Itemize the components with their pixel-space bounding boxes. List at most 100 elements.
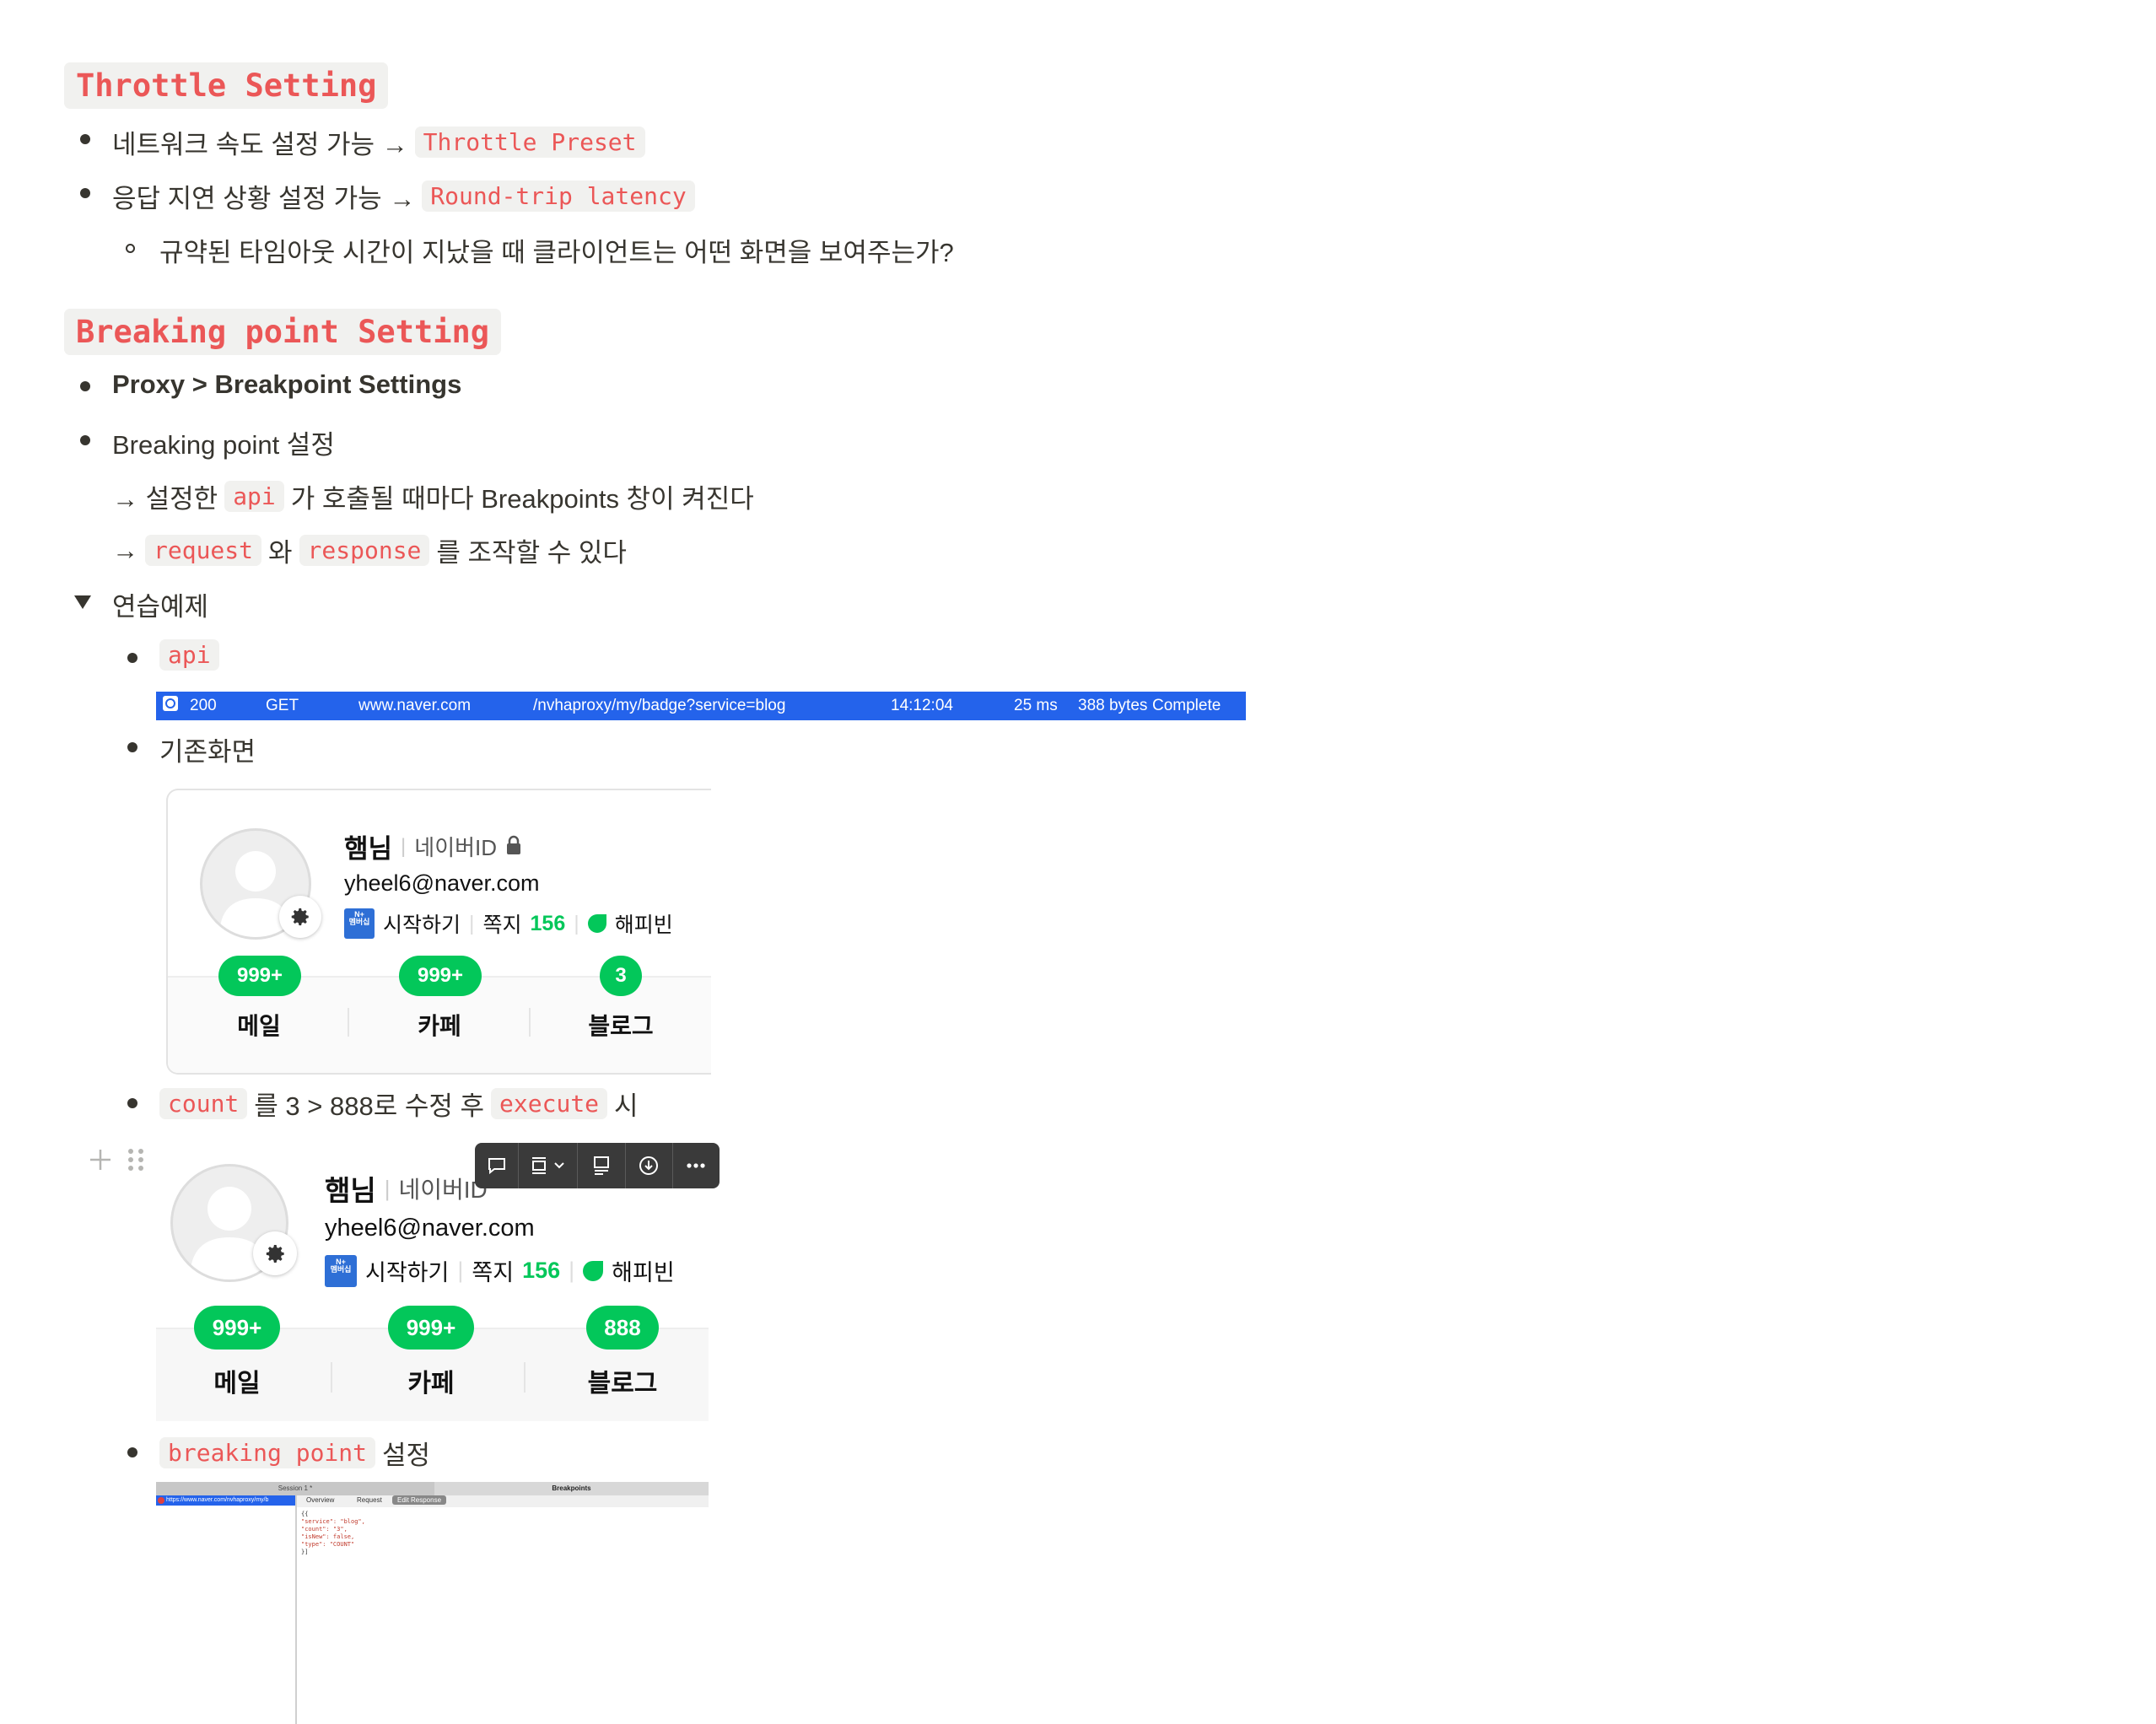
response-json[interactable]: {{ "service": "blog", "count": "3", "isN… xyxy=(301,1511,365,1556)
line-text: 가 호출될 때마다 Breakpoints 창이 켜진다 xyxy=(290,484,754,514)
request-state: Complete xyxy=(1152,697,1221,714)
mail-link[interactable]: 메일 xyxy=(178,1362,296,1399)
request-duration: 25 ms xyxy=(1014,697,1058,714)
happybean-icon xyxy=(583,1260,604,1281)
separator xyxy=(529,1008,531,1037)
start-link[interactable]: 시작하기 xyxy=(365,1254,449,1287)
breaking-heading: Breaking point Setting xyxy=(64,309,502,355)
throttle-item-latency: 응답 지연 상황 설정 가능 → Round-trip latency xyxy=(112,177,695,215)
session-title: Session 1 * xyxy=(156,1482,434,1495)
throttle-item-network: 네트워크 속도 설정 가능 → Throttle Preset xyxy=(112,123,645,161)
breaking-line-api: → 설정한 api 가 호출될 때마다 Breakpoints 창이 켜진다 xyxy=(112,477,754,515)
comment-icon[interactable] xyxy=(475,1143,520,1188)
separator xyxy=(524,1362,526,1393)
profile-name: 햄님 xyxy=(325,1175,376,1206)
naver-id-label: 네이버ID xyxy=(398,1177,488,1203)
cafe-badge: 999+ xyxy=(399,956,482,996)
mail-badge: 999+ xyxy=(218,956,301,996)
happybean-link[interactable]: 해피빈 xyxy=(615,908,673,939)
sub-bullet xyxy=(126,244,135,253)
practice-api: api xyxy=(159,639,219,671)
note-label[interactable]: 쪽지 xyxy=(472,1254,514,1287)
json-line: "type": "COUNT" xyxy=(301,1541,355,1548)
json-line: "isNew": false, xyxy=(301,1533,355,1540)
naver-plus-membership-icon: N+ 멤버십 xyxy=(325,1254,357,1287)
note-count: 156 xyxy=(522,1258,561,1283)
item-text: 응답 지연 상황 설정 가능 → xyxy=(112,184,416,213)
item-text: 를 3 > 888로 수정 후 xyxy=(254,1091,485,1121)
profile-name-row: 햄님 | 네이버ID xyxy=(325,1168,488,1209)
json-line: "service": "blog", xyxy=(301,1518,365,1525)
json-line: {{ xyxy=(301,1511,309,1517)
bullet xyxy=(80,134,90,144)
line-text: → 설정한 xyxy=(112,484,218,514)
json-line: "count": "3", xyxy=(301,1526,348,1533)
pane-divider xyxy=(295,1495,297,1724)
bullet xyxy=(127,742,137,752)
request-path: /nvhaproxy/my/badge?service=blog xyxy=(533,697,786,714)
bullet xyxy=(127,1098,137,1108)
line-text: → xyxy=(112,535,138,565)
align-dropdown-icon[interactable] xyxy=(519,1143,579,1188)
divider: | xyxy=(574,911,579,935)
image-toolbar xyxy=(475,1143,720,1188)
sub-item-text: 규약된 타임아웃 시간이 지났을 때 클라이언트는 어떤 화면을 보여주는가? xyxy=(159,238,954,267)
more-icon[interactable] xyxy=(673,1143,720,1188)
note-label[interactable]: 쪽지 xyxy=(483,908,522,939)
divider: | xyxy=(469,911,475,935)
divider: | xyxy=(384,1175,391,1201)
throttle-preset-code: Throttle Preset xyxy=(414,127,645,158)
request-method: GET xyxy=(266,697,299,714)
breaking-point-code: breaking point xyxy=(159,1437,376,1468)
breaking-item-proxy: Proxy > Breakpoint Settings xyxy=(112,369,461,400)
blog-link[interactable]: 블로그 xyxy=(563,1008,678,1042)
breakpoint-url-row[interactable]: https://www.naver.com/nvhaproxy/my/b xyxy=(156,1495,295,1506)
breakpoint-icon xyxy=(158,1497,164,1504)
breakpoints-title: Breakpoints xyxy=(552,1484,591,1492)
divider: | xyxy=(401,834,407,858)
tab-overview[interactable]: Overview xyxy=(306,1496,334,1504)
tab-edit-response[interactable]: Edit Response xyxy=(392,1495,447,1505)
breaking-line-request: → request 와 response 를 조작할 수 있다 xyxy=(112,531,627,569)
line-text: 를 조작할 수 있다 xyxy=(436,538,627,568)
practice-toggle[interactable]: 연습예제 xyxy=(112,585,208,623)
request-code: request xyxy=(145,535,262,566)
settings-gear-icon[interactable] xyxy=(279,896,321,938)
profile-name: 햄님 xyxy=(344,834,393,864)
cafe-link[interactable]: 카페 xyxy=(382,1008,497,1042)
bullet xyxy=(127,1447,137,1457)
note-count: 156 xyxy=(530,911,566,935)
toggle-arrow-icon[interactable] xyxy=(74,595,91,609)
execute-code: execute xyxy=(491,1088,608,1119)
tab-request[interactable]: Request xyxy=(357,1496,382,1504)
request-status-icon xyxy=(163,696,178,711)
start-link[interactable]: 시작하기 xyxy=(383,908,461,939)
download-icon[interactable] xyxy=(626,1143,673,1188)
toggle-label: 연습예제 xyxy=(112,592,209,622)
practice-modify: count 를 3 > 888로 수정 후 execute 시 xyxy=(159,1085,639,1123)
blog-badge: 3 xyxy=(600,956,642,996)
blog-link[interactable]: 블로그 xyxy=(563,1362,682,1399)
profile-name-row: 햄님 | 네이버ID xyxy=(344,827,522,865)
mail-link[interactable]: 메일 xyxy=(202,1008,316,1042)
caption-icon[interactable] xyxy=(578,1143,626,1188)
line-text: 와 xyxy=(268,538,293,568)
api-code: api xyxy=(159,639,219,671)
practice-before-label: 기존화면 xyxy=(159,730,256,768)
drag-handle-icon[interactable] xyxy=(127,1147,145,1179)
item-text: 네트워크 속도 설정 가능 → xyxy=(112,130,408,159)
settings-gear-icon[interactable] xyxy=(253,1231,297,1275)
throttle-heading: Throttle Setting xyxy=(64,62,389,109)
cafe-link[interactable]: 카페 xyxy=(372,1362,490,1399)
item-text: Proxy > Breakpoint Settings xyxy=(112,369,462,399)
divider: | xyxy=(457,1258,464,1283)
cafe-badge: 999+ xyxy=(388,1306,474,1350)
happybean-icon xyxy=(587,914,606,933)
divider: | xyxy=(569,1258,575,1283)
naver-id-label: 네이버ID xyxy=(414,835,498,860)
happybean-link[interactable]: 해피빈 xyxy=(612,1254,675,1287)
throttle-sub-item: 규약된 타임아웃 시간이 지났을 때 클라이언트는 어떤 화면을 보여주는가? xyxy=(159,231,954,269)
request-time: 14:12:04 xyxy=(891,697,953,714)
profile-email: yheel6@naver.com xyxy=(325,1215,535,1242)
add-block-icon[interactable] xyxy=(88,1147,113,1179)
